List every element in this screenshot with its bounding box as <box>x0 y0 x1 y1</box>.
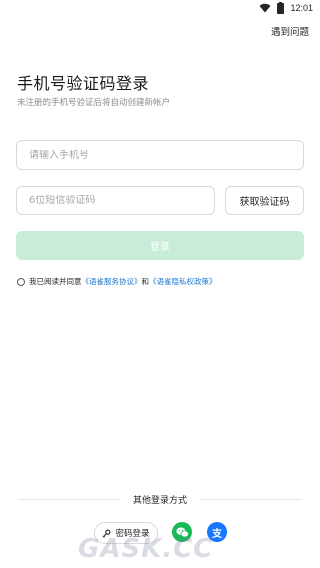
sms-code-input[interactable] <box>29 195 214 206</box>
phone-field[interactable] <box>16 140 304 170</box>
other-login-divider: 其他登录方式 <box>18 488 303 510</box>
page-title: 手机号验证码登录 <box>17 74 150 93</box>
agreement-radio[interactable] <box>17 277 25 286</box>
status-bar: 12:01 <box>0 0 320 16</box>
divider-line-right <box>199 498 303 500</box>
privacy-policy-link[interactable]: 《语雀隐私权政策》 <box>149 276 217 287</box>
help-link[interactable]: 遇到问题 <box>271 24 309 38</box>
divider-line-left <box>18 498 121 500</box>
wifi-icon <box>259 3 271 13</box>
get-code-button[interactable]: 获取验证码 <box>225 186 304 215</box>
sms-code-field[interactable] <box>16 186 215 215</box>
watermark: GASK.CC <box>78 534 214 564</box>
agreement-and: 和 <box>141 277 150 286</box>
alipay-icon: 支 <box>212 528 222 540</box>
battery-icon <box>277 1 285 14</box>
agreement-prefix: 我已阅读并同意 <box>29 277 82 286</box>
service-agreement-link[interactable]: 《语雀服务协议》 <box>82 276 142 287</box>
login-button[interactable]: 登录 <box>16 231 304 260</box>
agreement-row: 我已阅读并同意 《语雀服务协议》 和 《语雀隐私权政策》 <box>17 276 217 287</box>
other-login-label: 其他登录方式 <box>133 495 188 506</box>
page-subtitle: 未注册的手机号验证后将自动创建新帐户 <box>17 98 171 108</box>
status-time: 12:01 <box>290 3 313 13</box>
phone-input[interactable] <box>29 149 303 161</box>
